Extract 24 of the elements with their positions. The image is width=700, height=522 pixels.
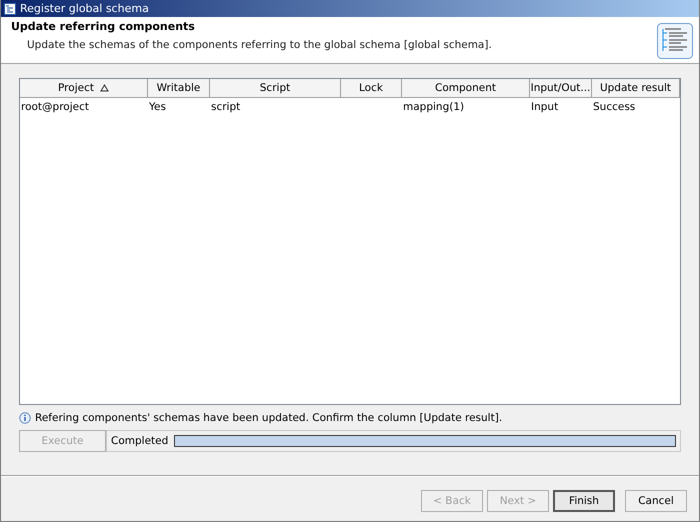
sort-icon	[100, 84, 109, 92]
window-title: Register global schema	[20, 2, 149, 15]
status-text: Completed	[111, 435, 168, 447]
table-cell-text: root@project	[20, 100, 90, 115]
app-icon	[4, 2, 16, 14]
table-cell-text: script	[210, 100, 242, 115]
page-description: Update the schemas of the components referring to the global schema [global schema].	[27, 39, 492, 51]
wizard-button[interactable]: Cancel	[625, 490, 687, 512]
column-header[interactable]: Component	[402, 79, 530, 98]
column-header[interactable]: Input/Out...	[530, 79, 592, 98]
table-cell-text: Success	[592, 100, 636, 115]
table-cell-text: mapping(1)	[402, 100, 466, 115]
table-cell-text: Yes	[148, 100, 167, 115]
info-message: Refering components' schemas have been updated. Confirm the column [Update result].	[35, 412, 502, 424]
wizard-button[interactable]: Finish	[553, 490, 615, 512]
table-cell-text: Input	[530, 100, 560, 115]
column-header[interactable]: Update result	[592, 79, 680, 98]
info-icon	[19, 412, 31, 424]
page-title: Update referring components	[11, 20, 196, 33]
schema-tree-icon	[657, 23, 693, 59]
column-header[interactable]: Writable	[148, 79, 210, 98]
column-header[interactable]: Lock	[341, 79, 402, 98]
column-header[interactable]: Project	[20, 79, 148, 98]
column-header[interactable]: Script	[210, 79, 341, 98]
